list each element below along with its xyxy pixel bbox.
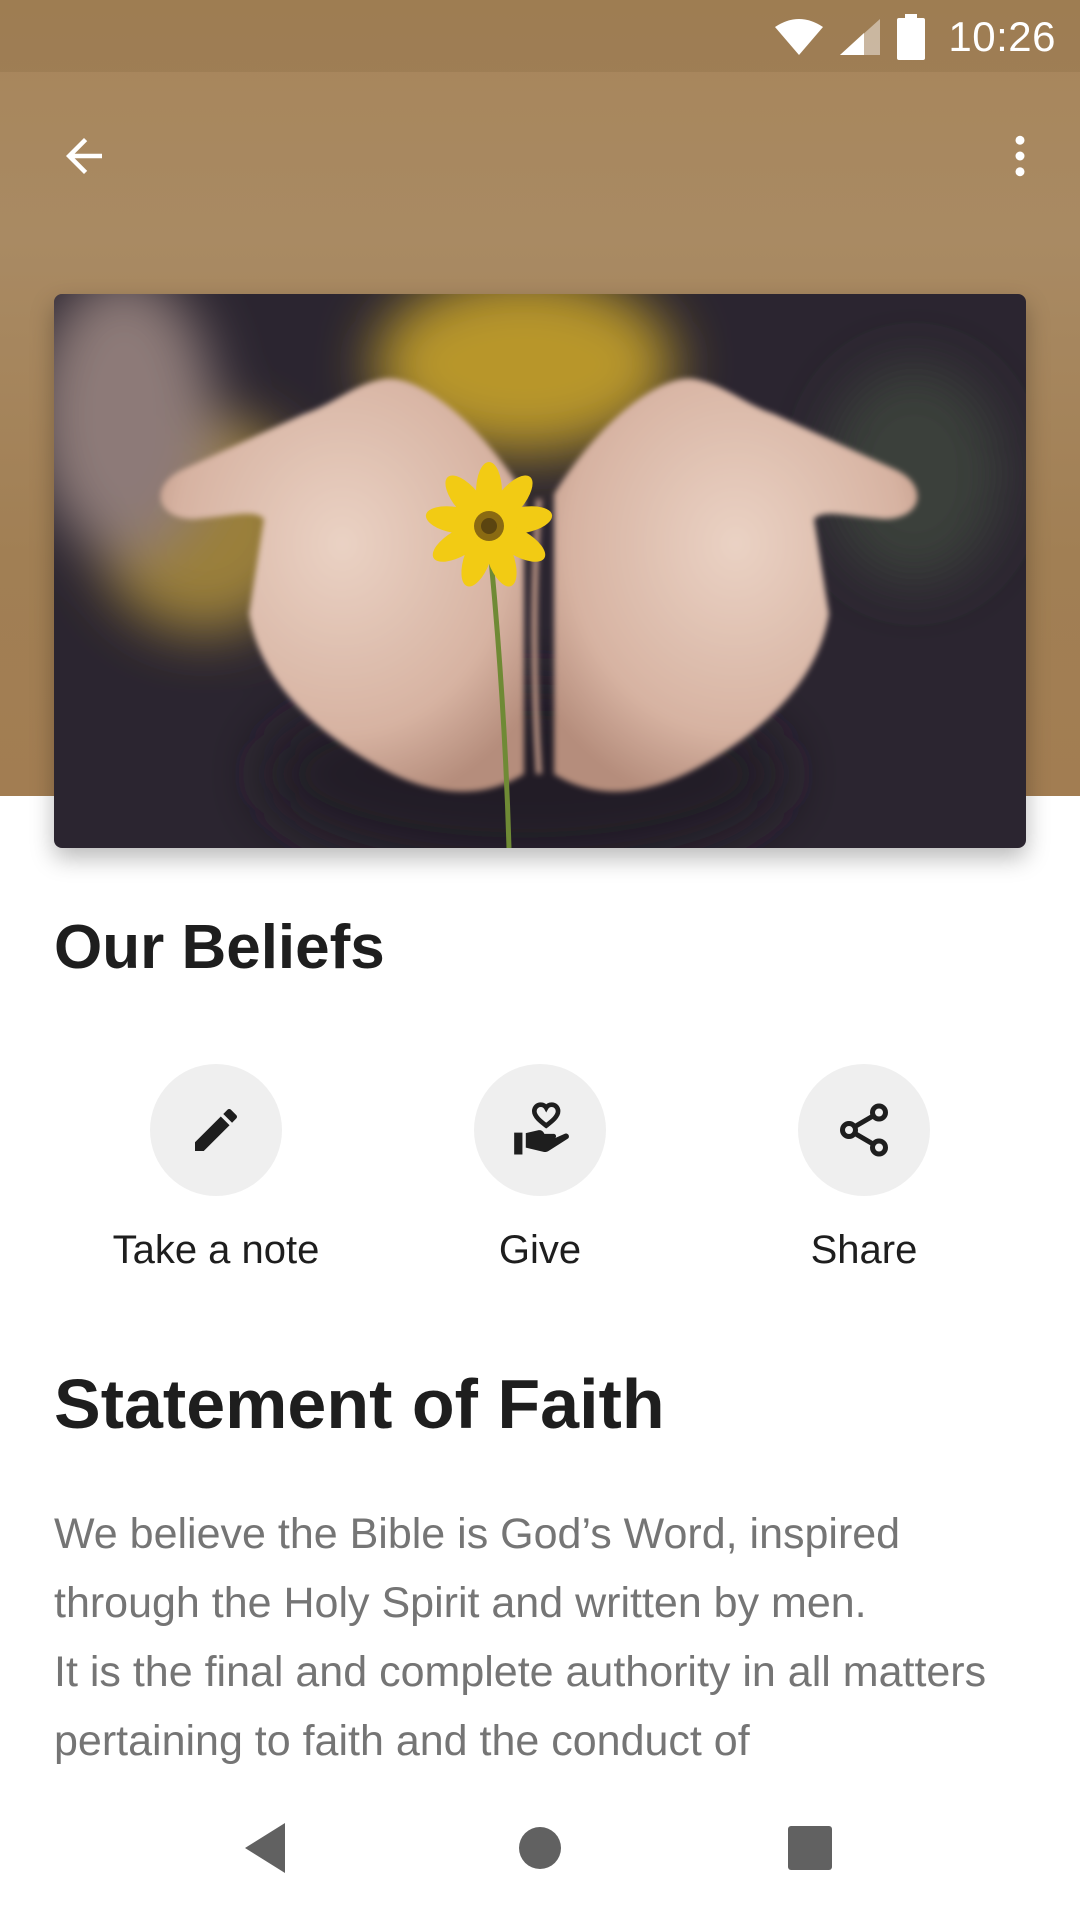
hero-image — [54, 294, 1026, 848]
status-bar: 10:26 — [0, 0, 1080, 72]
statement-paragraph: We believe the Bible is God’s Word, insp… — [54, 1510, 901, 1627]
app-bar — [0, 72, 1080, 240]
nav-home-icon — [519, 1827, 561, 1869]
nav-recents-button[interactable] — [762, 1800, 858, 1896]
give-label: Give — [498, 1228, 582, 1272]
statement-body: We believe the Bible is God’s Word, insp… — [54, 1500, 1044, 1770]
share-icon-circle[interactable] — [798, 1064, 930, 1196]
give-icon-circle[interactable] — [474, 1064, 606, 1196]
action-row: Take a note Give Share — [0, 1064, 1080, 1284]
nav-back-button[interactable] — [218, 1800, 314, 1896]
share-icon — [840, 1103, 888, 1157]
back-button[interactable] — [36, 108, 132, 204]
battery-icon — [897, 14, 926, 60]
take-note-button[interactable]: Take a note — [96, 1064, 336, 1273]
take-note-label: Take a note — [112, 1228, 320, 1272]
wifi-icon — [775, 19, 824, 55]
hand-heart-icon — [514, 1102, 569, 1155]
status-time: 10:26 — [948, 13, 1056, 60]
take-note-icon-circle[interactable] — [150, 1064, 282, 1196]
give-button[interactable]: Give — [420, 1064, 660, 1273]
system-navigation-bar — [0, 1776, 1080, 1920]
section-title: Statement of Faith — [54, 1365, 665, 1443]
arrow-back-icon — [66, 138, 102, 174]
nav-back-icon — [245, 1823, 285, 1873]
more-vert-icon — [1015, 135, 1025, 177]
nav-recents-icon — [788, 1826, 832, 1870]
nav-home-button[interactable] — [492, 1800, 588, 1896]
hands-flower-illustration — [54, 294, 1026, 848]
page-title: Our Beliefs — [54, 913, 385, 982]
more-options-button[interactable] — [972, 108, 1068, 204]
pencil-icon — [195, 1108, 238, 1151]
share-button[interactable]: Share — [744, 1064, 984, 1273]
statement-paragraph: It is the final and complete authority i… — [54, 1648, 987, 1765]
cellular-signal-icon — [840, 19, 881, 55]
share-label: Share — [810, 1228, 918, 1272]
